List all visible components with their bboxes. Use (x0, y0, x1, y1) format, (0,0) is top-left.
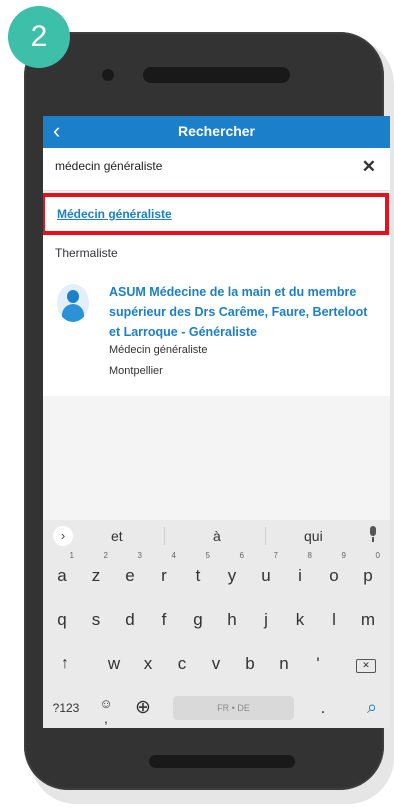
camera-icon (102, 69, 114, 81)
key-g[interactable]: g (182, 602, 214, 638)
key-number-hint: 8 (307, 551, 312, 560)
key-number-hint: 2 (103, 551, 108, 560)
key-t[interactable]: t5 (182, 551, 214, 594)
key-comma[interactable]: , (90, 700, 122, 728)
key-x[interactable]: x (132, 646, 164, 682)
key-label: i (298, 566, 302, 585)
key-number-hint: 0 (375, 551, 380, 560)
key-number-hint: 5 (205, 551, 210, 560)
key-c[interactable]: c (166, 646, 198, 682)
word-suggestion[interactable]: et (111, 528, 123, 544)
key-period[interactable]: . (307, 690, 339, 726)
key-v[interactable]: v (200, 646, 232, 682)
backspace-icon[interactable]: ✕ (350, 646, 382, 682)
key-s[interactable]: s (80, 602, 112, 638)
clear-icon[interactable]: ✕ (362, 157, 376, 177)
key-u[interactable]: u7 (250, 551, 282, 594)
key-a[interactable]: a1 (46, 551, 78, 594)
microphone-icon[interactable] (368, 526, 378, 542)
shift-arrow-icon[interactable]: ↑ (49, 646, 81, 682)
key-number-hint: 7 (273, 551, 278, 560)
key-number-hint: 4 (171, 551, 176, 560)
key-label: t (195, 566, 201, 585)
speaker-grille (143, 67, 290, 83)
key-label: o (329, 566, 339, 585)
avatar-head (67, 290, 79, 303)
key-number-hint: 9 (341, 551, 346, 560)
search-input[interactable] (55, 159, 335, 173)
home-bar (149, 755, 295, 768)
key-number-hint: 1 (69, 551, 74, 560)
word-suggestion[interactable]: à (213, 528, 221, 544)
suggestion-divider (164, 527, 165, 545)
result-specialty: Médecin généraliste (109, 344, 208, 356)
avatar-body (62, 304, 84, 322)
suggestion-item-highlighted[interactable]: Médecin généraliste (43, 193, 389, 235)
key-w[interactable]: w (98, 646, 130, 682)
suggestion-item[interactable]: Thermaliste (43, 236, 390, 271)
key-y[interactable]: y6 (216, 551, 248, 594)
key-label: r (161, 566, 167, 585)
result-title[interactable]: ASUM Médecine de la main et du membre su… (109, 282, 379, 342)
expand-arrow-icon[interactable]: › (53, 526, 73, 546)
search-icon[interactable]: ⌕ (354, 690, 390, 726)
key-p[interactable]: p0 (352, 551, 384, 594)
mic-stem (372, 537, 374, 542)
key-label: z (91, 566, 101, 585)
word-suggestion[interactable]: qui (304, 528, 323, 544)
step-number-badge: 2 (8, 6, 70, 68)
key-i[interactable]: i8 (284, 551, 316, 594)
globe-icon[interactable]: ⊕ (127, 690, 159, 726)
symbols-key[interactable]: ?123 (49, 690, 83, 726)
app-header: ‹ Rechercher (43, 116, 390, 148)
soft-keyboard: › et à qui a1 z2 e3 r4 t5 y6 u7 i8 o9 p0… (43, 520, 390, 728)
key-number-hint: 3 (137, 551, 142, 560)
key-e[interactable]: e3 (114, 551, 146, 594)
keyboard-suggestion-bar: › et à qui (43, 520, 390, 550)
result-card[interactable]: ASUM Médecine de la main et du membre su… (43, 270, 390, 396)
suggestion-label: Médecin généraliste (57, 207, 172, 221)
key-d[interactable]: d (114, 602, 146, 638)
key-f[interactable]: f (148, 602, 180, 638)
doctor-avatar-icon (57, 284, 89, 322)
key-apostrophe[interactable]: ' (302, 646, 334, 682)
result-city: Montpellier (109, 365, 163, 377)
mic-capsule (370, 526, 376, 536)
key-m[interactable]: m (352, 602, 384, 638)
suggestion-divider (265, 527, 266, 545)
key-j[interactable]: j (250, 602, 282, 638)
search-bar: ✕ (43, 148, 390, 191)
keyboard-row-4: ?123 ☺ , ⊕ FR • DE . ⌕ (43, 690, 390, 726)
suggestion-label: Thermaliste (55, 246, 118, 260)
key-h[interactable]: h (216, 602, 248, 638)
key-b[interactable]: b (234, 646, 266, 682)
page-title: Rechercher (177, 123, 256, 139)
key-q[interactable]: q (46, 602, 78, 638)
space-key[interactable]: FR • DE (173, 696, 294, 720)
key-label: e (125, 566, 135, 585)
key-l[interactable]: l (318, 602, 350, 638)
key-z[interactable]: z2 (80, 551, 112, 594)
key-label: p (363, 566, 373, 585)
backspace-glyph: ✕ (356, 659, 376, 673)
key-label: y (227, 566, 237, 585)
key-n[interactable]: n (268, 646, 300, 682)
app-screen: ‹ Rechercher ✕ Médecin généraliste Therm… (43, 116, 390, 728)
keyboard-row-2: q s d f g h j k l m (43, 602, 390, 638)
key-k[interactable]: k (284, 602, 316, 638)
keyboard-row-1: a1 z2 e3 r4 t5 y6 u7 i8 o9 p0 (43, 551, 390, 594)
keyboard-row-3: ↑ w x c v b n ' ✕ (43, 646, 390, 682)
key-number-hint: 6 (239, 551, 244, 560)
key-label: a (57, 566, 67, 585)
key-r[interactable]: r4 (148, 551, 180, 594)
key-o[interactable]: o9 (318, 551, 350, 594)
key-label: u (261, 566, 271, 585)
